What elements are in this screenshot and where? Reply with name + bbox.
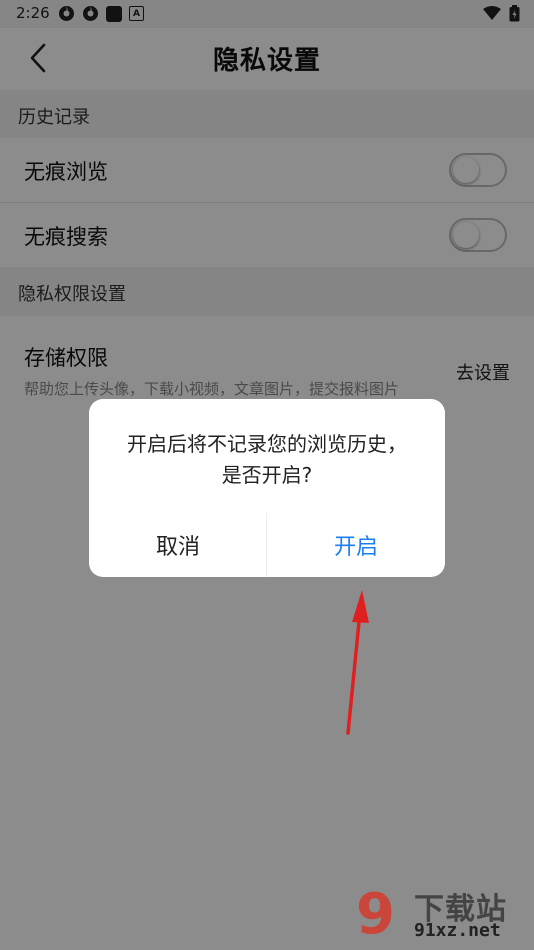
watermark-logo: 9 下载站 91xz.net bbox=[356, 882, 526, 947]
annotation-arrow-icon bbox=[346, 590, 369, 735]
watermark-mark: 9 bbox=[356, 882, 395, 947]
watermark-site: 91xz.net bbox=[414, 920, 501, 941]
